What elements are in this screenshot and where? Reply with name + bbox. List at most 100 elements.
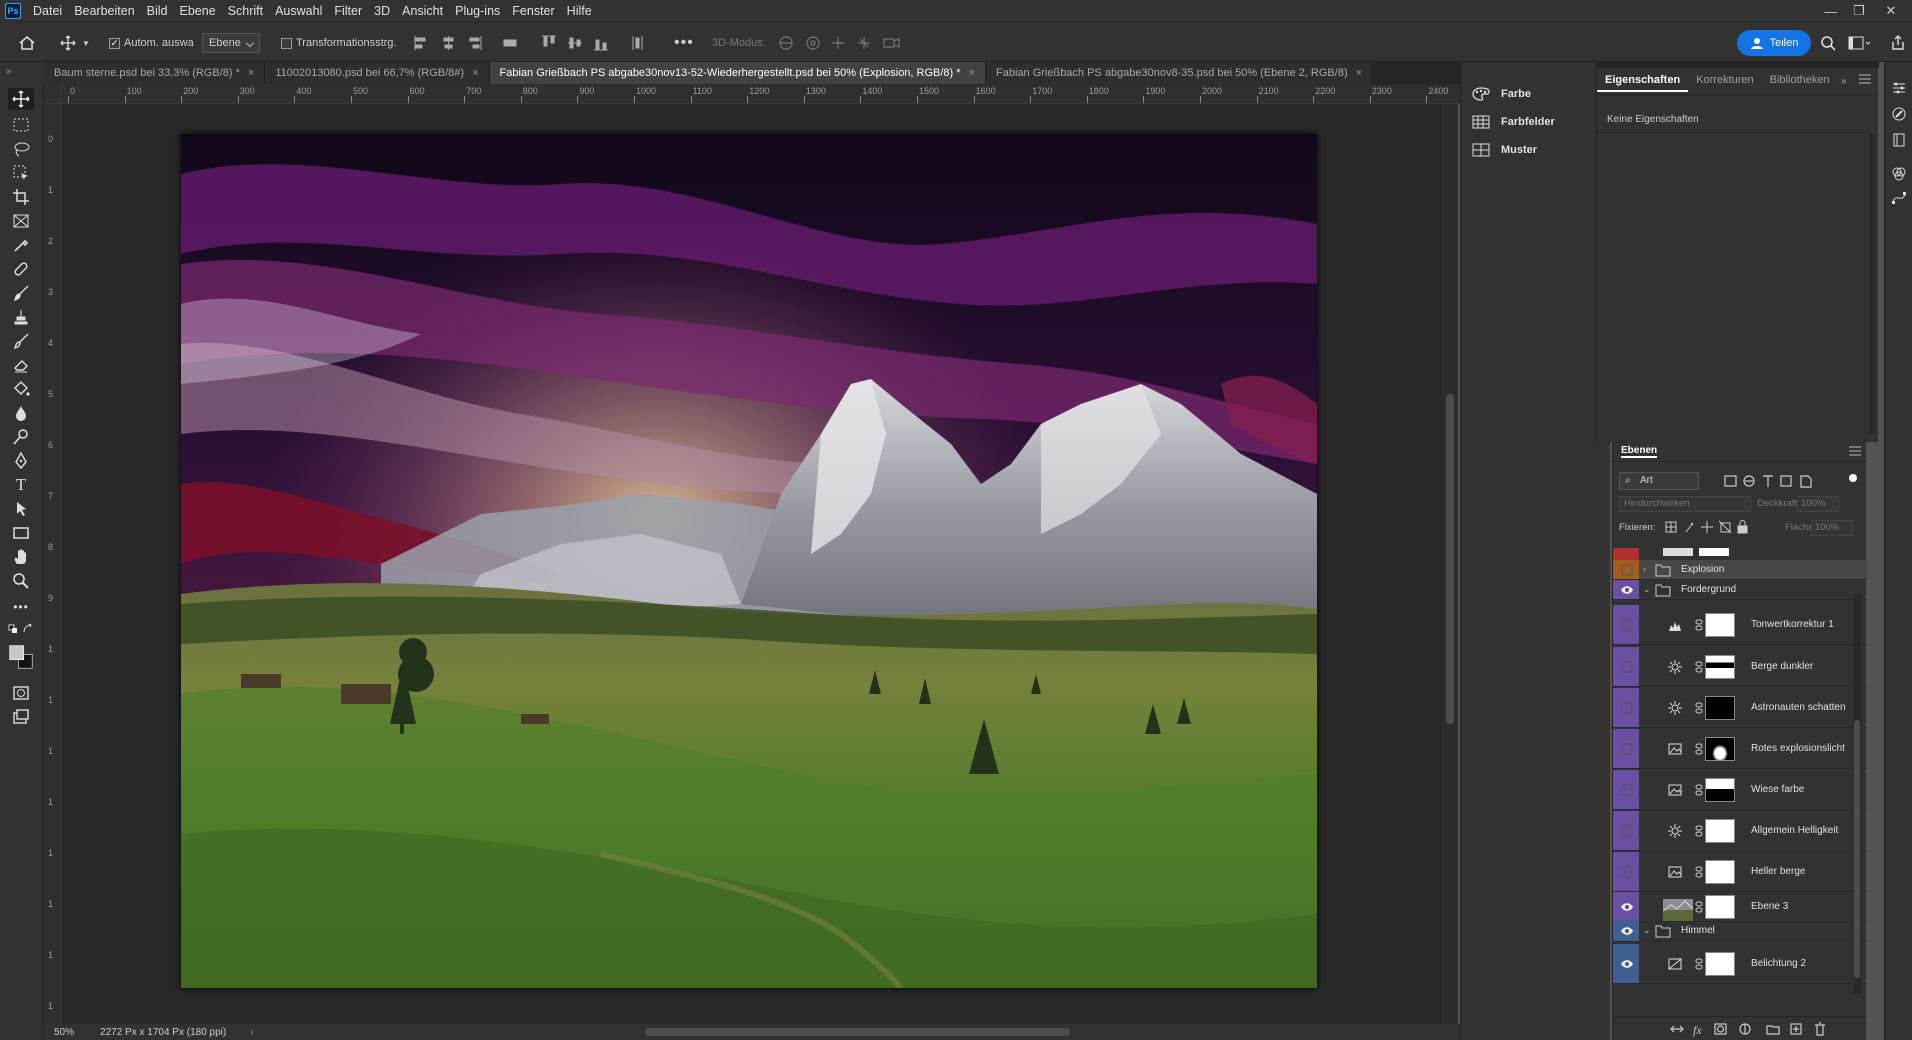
visibility-toggle[interactable]: [1621, 743, 1633, 755]
layers-scrollbar[interactable]: [1853, 594, 1861, 994]
libraries-strip-icon[interactable]: [1891, 132, 1907, 148]
menu-3d[interactable]: 3D: [368, 4, 396, 18]
panel-patterns[interactable]: Muster: [1471, 142, 1537, 158]
eraser-tool-icon[interactable]: [8, 354, 34, 376]
rectangle-tool-icon[interactable]: [8, 522, 34, 544]
object-selection-tool-icon[interactable]: [8, 162, 34, 184]
layer-mask-thumbnail[interactable]: [1705, 613, 1735, 637]
eyedropper-tool-icon[interactable]: [8, 234, 34, 256]
partial-layer-row[interactable]: [1613, 548, 1853, 560]
visibility-toggle[interactable]: [1621, 784, 1633, 796]
auto-select-checkbox[interactable]: ✓ Autom. auswa: [109, 33, 194, 53]
minimize-icon[interactable]: —: [1818, 0, 1844, 22]
brush-tool-icon[interactable]: [8, 282, 34, 304]
chevron-down-icon[interactable]: ⌄: [1643, 925, 1651, 936]
vertical-scroll-thumb[interactable]: [1446, 394, 1454, 724]
menu-bearbeiten[interactable]: Bearbeiten: [68, 4, 140, 18]
history-brush-tool-icon[interactable]: [8, 330, 34, 352]
link-icon[interactable]: [1695, 661, 1703, 673]
chevron-right-icon[interactable]: ›: [1643, 564, 1646, 574]
more-options-icon[interactable]: •••: [674, 33, 694, 53]
layer-mask-thumbnail[interactable]: [1705, 778, 1735, 802]
layer-mask-thumbnail[interactable]: [1705, 696, 1735, 720]
screen-mode-icon[interactable]: [8, 706, 34, 728]
fill-input[interactable]: 100%: [1811, 520, 1853, 536]
visibility-toggle[interactable]: [1621, 702, 1633, 714]
layers-title[interactable]: Ebenen: [1621, 445, 1658, 458]
document-tab[interactable]: Fabian Grießbach PS abgabe30nov8-35.psd …: [986, 62, 1374, 84]
zoom-tool-icon[interactable]: [8, 570, 34, 592]
workspace-icon[interactable]: [1848, 33, 1870, 53]
blur-tool-icon[interactable]: [8, 402, 34, 424]
layer-mask-thumbnail[interactable]: [1705, 737, 1735, 761]
eye-icon[interactable]: [1621, 901, 1633, 913]
hand-tool-icon[interactable]: [8, 546, 34, 568]
clone-stamp-tool-icon[interactable]: [8, 306, 34, 328]
link-icon[interactable]: [1695, 784, 1703, 796]
blend-mode-select[interactable]: Hindurchwirken: [1619, 496, 1751, 512]
menu-ebene[interactable]: Ebene: [174, 4, 222, 18]
home-icon[interactable]: [18, 33, 36, 53]
visibility-toggle[interactable]: [1621, 866, 1633, 878]
move-tool-icon[interactable]: [8, 88, 34, 110]
opacity-input[interactable]: 100%: [1797, 496, 1839, 512]
tab-close-icon[interactable]: ×: [969, 67, 975, 79]
close-window-icon[interactable]: ✕: [1874, 0, 1908, 22]
healing-brush-tool-icon[interactable]: [8, 258, 34, 280]
tab-close-icon[interactable]: ×: [472, 67, 478, 79]
export-icon[interactable]: [1890, 33, 1906, 53]
type-tool-icon[interactable]: T: [8, 474, 34, 496]
tab-libraries[interactable]: Bibliotheken: [1762, 70, 1838, 92]
search-icon[interactable]: [1820, 33, 1836, 53]
vertical-scrollbar[interactable]: [1442, 104, 1458, 1024]
layers-menu-icon[interactable]: [1849, 446, 1861, 456]
document-tab[interactable]: Baum sterne.psd bei 33,3% (RGB/8) * ×: [44, 62, 266, 84]
paint-bucket-tool-icon[interactable]: [8, 378, 34, 400]
paths-strip-icon[interactable]: [1891, 190, 1907, 206]
zoom-level[interactable]: 50%: [54, 1027, 74, 1038]
restore-icon[interactable]: ❐: [1846, 0, 1872, 22]
layer-row[interactable]: › Explosion: [1613, 560, 1867, 580]
link-icon[interactable]: [1695, 866, 1703, 878]
menu-plug-ins[interactable]: Plug-ins: [449, 4, 506, 18]
menu-ansicht[interactable]: Ansicht: [396, 4, 449, 18]
crop-tool-icon[interactable]: [8, 186, 34, 208]
tab-adjustments[interactable]: Korrekturen: [1688, 70, 1761, 92]
menu-bild[interactable]: Bild: [141, 4, 174, 18]
pen-tool-icon[interactable]: [8, 450, 34, 472]
eye-icon[interactable]: [1621, 584, 1633, 596]
ruler-origin[interactable]: [44, 84, 62, 104]
lock-icons[interactable]: [1665, 520, 1755, 534]
layer-row[interactable]: Belichtung 2: [1613, 944, 1867, 984]
visibility-toggle[interactable]: [1621, 564, 1633, 576]
transform-controls-checkbox[interactable]: Transformationsstrg.: [281, 33, 396, 53]
layer-mask-thumbnail[interactable]: [1705, 655, 1735, 679]
layer-mask-thumbnail[interactable]: [1705, 860, 1735, 884]
layer-mask-thumbnail[interactable]: [1705, 819, 1735, 843]
channels-strip-icon[interactable]: [1891, 166, 1907, 182]
properties-scrollbar[interactable]: [1869, 134, 1875, 434]
brush-settings-strip-icon[interactable]: [1891, 106, 1907, 122]
expand-panels-icon[interactable]: »: [1841, 76, 1847, 87]
link-icon[interactable]: [1695, 743, 1703, 755]
layer-row[interactable]: Tonwertkorrektur 1: [1613, 605, 1867, 645]
document-tab[interactable]: Fabian Grießbach PS abgabe30nov13-52-Wie…: [489, 62, 986, 84]
menu-filter[interactable]: Filter: [328, 4, 368, 18]
layer-mask-thumbnail[interactable]: [1705, 895, 1735, 919]
visibility-toggle[interactable]: [1621, 619, 1633, 631]
layer-row[interactable]: Berge dunkler: [1613, 647, 1867, 687]
menu-fenster[interactable]: Fenster: [506, 4, 560, 18]
chevron-down-icon[interactable]: ⌄: [1643, 584, 1651, 595]
link-icon[interactable]: [1695, 702, 1703, 714]
path-selection-tool-icon[interactable]: [8, 498, 34, 520]
layer-row[interactable]: Astronauten schatten: [1613, 688, 1867, 728]
menu-auswahl[interactable]: Auswahl: [269, 4, 328, 18]
panel-swatches[interactable]: Farbfelder: [1471, 114, 1555, 130]
layer-row[interactable]: Rotes explosionslicht: [1613, 729, 1867, 769]
document-canvas[interactable]: [181, 134, 1317, 988]
panel-color[interactable]: Farbe: [1471, 86, 1531, 102]
visibility-toggle[interactable]: [1621, 825, 1633, 837]
layer-mask-thumbnail[interactable]: [1705, 952, 1735, 976]
adjustments-strip-icon[interactable]: [1891, 80, 1907, 96]
menu-schrift[interactable]: Schrift: [222, 4, 269, 18]
